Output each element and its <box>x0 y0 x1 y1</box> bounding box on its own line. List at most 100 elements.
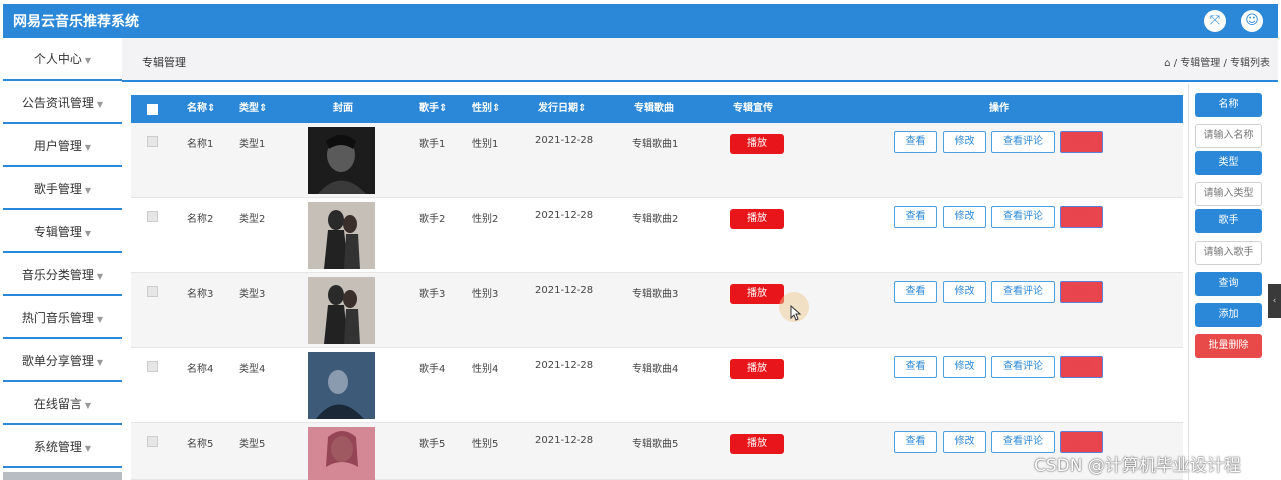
view-comments-button[interactable]: 查看评论 <box>991 431 1055 453</box>
table-row: 名称4 类型4 歌手4 性别4 2021-12-28 专辑歌曲4 播放 查看 修… <box>131 348 1183 423</box>
album-cover-image <box>308 427 375 480</box>
delete-button[interactable]: 删除 <box>1060 206 1103 228</box>
row-checkbox[interactable] <box>147 211 158 222</box>
column-album-promo: 专辑宣传 <box>733 103 773 114</box>
cell-gender: 性别4 <box>472 364 499 375</box>
sidebar-item-music-categories[interactable]: 音乐分类管理 ▼ <box>3 255 122 296</box>
view-button[interactable]: 查看 <box>894 356 937 378</box>
collapse-handle[interactable]: ‹ <box>1268 284 1281 318</box>
column-cover: 封面 <box>333 103 353 114</box>
column-label: 发行日期 <box>538 103 578 114</box>
cell-type: 类型5 <box>239 439 266 450</box>
watermark: CSDN @计算机毕业设计程 <box>1034 456 1241 476</box>
cell-name: 名称5 <box>187 439 214 450</box>
chevron-left-icon: ‹ <box>1272 296 1277 306</box>
view-comments-button[interactable]: 查看评论 <box>991 356 1055 378</box>
cover-art-graphic <box>324 285 360 344</box>
cell-gender: 性别3 <box>472 289 499 300</box>
row-checkbox[interactable] <box>147 136 158 147</box>
view-comments-button[interactable]: 查看评论 <box>991 131 1055 153</box>
chevron-down-icon: ▼ <box>84 229 92 238</box>
edit-button[interactable]: 修改 <box>943 356 986 378</box>
sidebar-item-label: 系统管理 <box>33 440 82 454</box>
delete-button[interactable]: 删除 <box>1060 131 1103 153</box>
play-button[interactable]: 播放 <box>730 359 784 379</box>
play-button[interactable]: 播放 <box>730 134 784 154</box>
column-label: 名称 <box>187 103 207 114</box>
add-button[interactable]: 添加 <box>1195 303 1262 327</box>
cell-release-date: 2021-12-28 <box>535 360 594 371</box>
column-type[interactable]: 类型⇕ <box>239 95 267 123</box>
column-singer[interactable]: 歌手⇕ <box>419 95 447 123</box>
sidebar-item-system[interactable]: 系统管理 ▼ <box>3 427 122 468</box>
sidebar-item-label: 公告资讯管理 <box>21 96 94 110</box>
sidebar-item-label: 用户管理 <box>33 139 82 153</box>
album-cover-image <box>308 352 375 419</box>
cell-release-date: 2021-12-28 <box>535 135 594 146</box>
chevron-down-icon: ▼ <box>84 186 92 195</box>
album-cover-image <box>308 277 375 344</box>
view-comments-button[interactable]: 查看评论 <box>991 281 1055 303</box>
cover-art-graphic <box>308 352 375 419</box>
user-icon[interactable]: ☺ <box>1241 10 1263 32</box>
page-title: 专辑管理 <box>142 56 186 69</box>
sidebar-item-label: 个人中心 <box>33 52 82 66</box>
column-release-date[interactable]: 发行日期⇕ <box>538 95 586 123</box>
fullscreen-icon[interactable]: ⤧ <box>1204 10 1226 32</box>
type-label: 类型 <box>1195 151 1262 175</box>
sidebar-item-users[interactable]: 用户管理 ▼ <box>3 126 122 167</box>
view-comments-button[interactable]: 查看评论 <box>991 206 1055 228</box>
query-button[interactable]: 查询 <box>1195 272 1262 296</box>
sidebar-item-announcements[interactable]: 公告资讯管理 ▼ <box>3 83 122 124</box>
sidebar-item-playlist-sharing[interactable]: 歌单分享管理 ▼ <box>3 341 122 382</box>
sidebar-item-label: 在线留言 <box>33 397 82 411</box>
chevron-down-icon: ▼ <box>96 272 104 281</box>
view-button[interactable]: 查看 <box>894 131 937 153</box>
row-checkbox[interactable] <box>147 436 158 447</box>
view-button[interactable]: 查看 <box>894 431 937 453</box>
app-title: 网易云音乐推荐系统 <box>13 14 139 30</box>
column-gender[interactable]: 性别⇕ <box>472 95 500 123</box>
play-button[interactable]: 播放 <box>730 284 784 304</box>
chevron-down-icon: ▼ <box>84 401 92 410</box>
singer-search-input[interactable]: 请输入歌手 <box>1195 241 1262 265</box>
edit-button[interactable]: 修改 <box>943 206 986 228</box>
chevron-down-icon: ▼ <box>96 100 104 109</box>
home-icon[interactable]: ⌂ <box>1164 58 1170 69</box>
cell-type: 类型4 <box>239 364 266 375</box>
chevron-down-icon: ▼ <box>96 358 104 367</box>
sidebar-item-personal-center[interactable]: 个人中心 ▼ <box>3 38 122 81</box>
sidebar-item-albums[interactable]: 专辑管理 ▼ <box>3 212 122 253</box>
play-button[interactable]: 播放 <box>730 209 784 229</box>
play-button[interactable]: 播放 <box>730 434 784 454</box>
row-checkbox[interactable] <box>147 361 158 372</box>
view-button[interactable]: 查看 <box>894 206 937 228</box>
sidebar-item-singers[interactable]: 歌手管理 ▼ <box>3 169 122 210</box>
delete-button[interactable]: 删除 <box>1060 281 1103 303</box>
name-search-input[interactable]: 请输入名称 <box>1195 124 1262 148</box>
edit-button[interactable]: 修改 <box>943 131 986 153</box>
select-all-checkbox[interactable] <box>147 104 158 115</box>
table-row: 名称3 类型3 歌手3 性别3 2021-12-28 专辑歌曲3 播放 查看 修… <box>131 273 1183 348</box>
delete-button[interactable]: 删除 <box>1060 356 1103 378</box>
sidebar-item-label: 歌单分享管理 <box>21 354 94 368</box>
column-album-songs: 专辑歌曲 <box>634 103 674 114</box>
sort-icon: ⇕ <box>578 103 587 114</box>
edit-button[interactable]: 修改 <box>943 281 986 303</box>
delete-button[interactable]: 删除 <box>1060 431 1103 453</box>
chevron-down-icon: ▼ <box>84 444 92 453</box>
sort-icon: ⇕ <box>492 103 501 114</box>
cell-gender: 性别1 <box>472 139 499 150</box>
row-checkbox[interactable] <box>147 286 158 297</box>
breadcrumb-path: / 专辑管理 / 专辑列表 <box>1173 58 1270 69</box>
cell-type: 类型1 <box>239 139 266 150</box>
sidebar-item-messages[interactable]: 在线留言 ▼ <box>3 384 122 425</box>
batch-delete-button[interactable]: 批量删除 <box>1195 334 1262 358</box>
type-search-input[interactable]: 请输入类型 <box>1195 182 1262 206</box>
sidebar-item-hot-music[interactable]: 热门音乐管理 ▼ <box>3 298 122 339</box>
column-name[interactable]: 名称⇕ <box>187 95 215 123</box>
cell-type: 类型3 <box>239 289 266 300</box>
edit-button[interactable]: 修改 <box>943 431 986 453</box>
view-button[interactable]: 查看 <box>894 281 937 303</box>
sort-icon: ⇕ <box>259 103 268 114</box>
